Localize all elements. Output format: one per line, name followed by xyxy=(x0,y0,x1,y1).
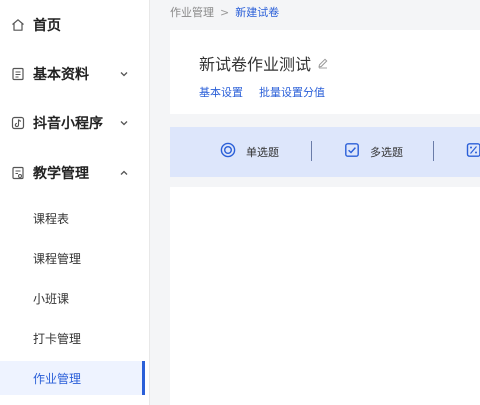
question-content-area xyxy=(170,187,480,405)
percent-icon xyxy=(466,142,480,162)
sidebar-item-douyin-miniprogram[interactable]: 抖音小程序 xyxy=(0,98,150,148)
clipboard-icon xyxy=(10,165,26,181)
active-indicator xyxy=(142,361,145,395)
sidebar-item-label: 教学管理 xyxy=(33,166,89,182)
chevron-up-icon xyxy=(120,168,128,179)
chevron-down-icon xyxy=(120,69,128,80)
page-title: 新试卷作业测试 xyxy=(199,55,312,74)
sidebar-subitem-label: 课程表 xyxy=(33,211,70,226)
sidebar-subitem-course-management[interactable]: 课程管理 xyxy=(0,241,143,275)
toolbar-divider xyxy=(311,141,312,161)
percent-question-button[interactable] xyxy=(466,127,480,177)
breadcrumb: 作业管理 > 新建试卷 xyxy=(170,4,279,20)
sidebar-subitem-label: 课程管理 xyxy=(33,251,82,266)
sidebar-subitem-label: 小班课 xyxy=(33,291,70,306)
sidebar-subitem-homework-management[interactable]: 作业管理 xyxy=(0,361,143,395)
home-icon xyxy=(10,17,26,33)
toolbar-divider xyxy=(433,141,434,161)
sidebar-item-teaching-management[interactable]: 教学管理 xyxy=(0,148,150,198)
sidebar-item-home[interactable]: 首页 xyxy=(0,0,150,50)
multiple-choice-button[interactable]: 多选题 xyxy=(344,127,403,177)
sidebar-subitem-label: 打卡管理 xyxy=(33,331,82,346)
settings-tabs: 基本设置 批量设置分值 xyxy=(199,84,341,100)
breadcrumb-separator: > xyxy=(220,6,230,19)
sidebar-item-label: 首页 xyxy=(33,18,61,34)
breadcrumb-current: 新建试卷 xyxy=(235,6,280,19)
sidebar-subitem-schedule[interactable]: 课程表 xyxy=(0,201,143,235)
single-choice-button[interactable]: 单选题 xyxy=(220,127,279,177)
radio-circle-icon xyxy=(220,142,236,162)
title-card: 新试卷作业测试 基本设置 批量设置分值 xyxy=(170,30,480,114)
tab-basic-settings[interactable]: 基本设置 xyxy=(199,84,243,100)
sidebar-item-label: 抖音小程序 xyxy=(33,116,103,132)
document-icon xyxy=(10,66,26,82)
single-choice-label: 单选题 xyxy=(246,146,279,159)
multiple-choice-label: 多选题 xyxy=(370,146,403,159)
chevron-down-icon xyxy=(120,118,128,129)
question-type-toolbar: 单选题 多选题 xyxy=(170,127,480,177)
checkbox-icon xyxy=(344,142,360,162)
breadcrumb-parent[interactable]: 作业管理 xyxy=(170,6,214,19)
sidebar: 首页 基本资料 抖音小程序 教学管理 课程表 课程管理 小班课 打卡管理 作业管… xyxy=(0,0,150,405)
sidebar-subitem-small-class[interactable]: 小班课 xyxy=(0,281,143,315)
tiktok-icon xyxy=(10,115,26,131)
sidebar-subitem-checkin-management[interactable]: 打卡管理 xyxy=(0,321,143,355)
page-title-row: 新试卷作业测试 xyxy=(199,51,329,75)
sidebar-subitem-label: 作业管理 xyxy=(33,371,82,386)
edit-icon[interactable] xyxy=(317,57,329,69)
sidebar-item-label: 基本资料 xyxy=(33,67,89,83)
tab-batch-score-settings[interactable]: 批量设置分值 xyxy=(259,84,325,100)
sidebar-item-basic-info[interactable]: 基本资料 xyxy=(0,49,150,99)
